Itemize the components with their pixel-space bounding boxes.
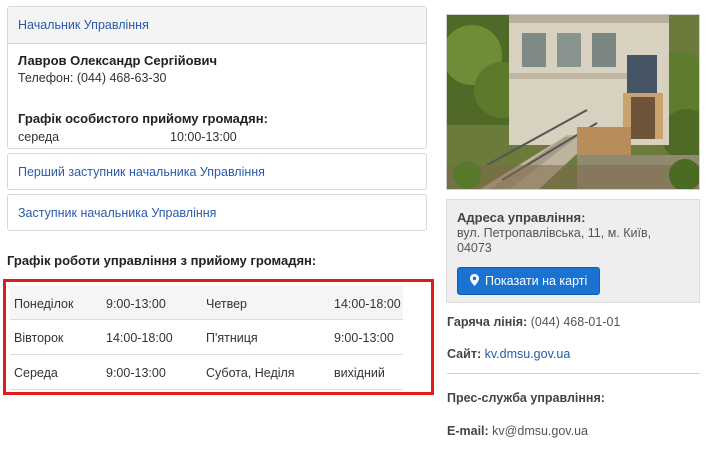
hotline-value: (044) 468-01-01 — [530, 315, 621, 329]
show-on-map-label: Показати на карті — [485, 274, 588, 288]
personal-schedule-row: середа 10:00-13:00 — [18, 130, 416, 145]
working-hours-highlight: Понеділок 9:00-13:00 Четвер 14:00-18:00 … — [3, 279, 434, 395]
chief-phone: Телефон: (044) 468-63-30 — [18, 71, 416, 85]
address-label: Адреса управління: — [457, 210, 586, 225]
email-label: E-mail: — [447, 424, 489, 438]
email-line: E-mail: kv@dmsu.gov.ua — [447, 424, 588, 438]
time-cell: 9:00-13:00 — [334, 331, 394, 345]
press-service-line: Прес-служба управління: — [447, 391, 605, 405]
day-cell: П'ятниця — [206, 331, 258, 345]
day-cell: Середа — [14, 366, 58, 380]
day-cell: Вівторок — [14, 331, 64, 345]
table-row: Середа 9:00-13:00 Субота, Неділя вихідни… — [10, 355, 403, 390]
deputy-link[interactable]: Заступник начальника Управління — [18, 206, 216, 220]
address-box: Адреса управління: вул. Петропавлівська,… — [446, 199, 700, 303]
site-line: Сайт: kv.dmsu.gov.ua — [447, 347, 570, 361]
chief-panel: Начальник Управління Лавров Олександр Се… — [7, 6, 427, 149]
site-link[interactable]: kv.dmsu.gov.ua — [485, 347, 571, 361]
table-row: Понеділок 9:00-13:00 Четвер 14:00-18:00 — [10, 286, 403, 320]
show-on-map-button[interactable]: Показати на карті — [457, 267, 600, 295]
chief-header-link[interactable]: Начальник Управління — [18, 18, 149, 32]
first-deputy-link[interactable]: Перший заступник начальника Управління — [18, 165, 265, 179]
day-cell: Субота, Неділя — [206, 366, 295, 380]
chief-panel-header[interactable]: Начальник Управління — [8, 7, 426, 44]
phone-value: (044) 468-63-30 — [76, 71, 167, 85]
divider — [447, 373, 700, 374]
building-photo — [446, 14, 700, 190]
deputy-panel[interactable]: Заступник начальника Управління — [7, 194, 427, 231]
hotline-label: Гаряча лінія: — [447, 315, 528, 329]
address-text: вул. Петропавлівська, 11, м. Київ, 04073 — [457, 226, 652, 255]
table-row: Вівторок 14:00-18:00 П'ятниця 9:00-13:00 — [10, 320, 403, 355]
working-hours-table: Понеділок 9:00-13:00 Четвер 14:00-18:00 … — [10, 286, 403, 390]
time-cell: вихідний — [334, 366, 385, 380]
site-label: Сайт: — [447, 347, 482, 361]
time-cell: 9:00-13:00 — [106, 297, 166, 311]
building-illustration — [447, 15, 699, 189]
working-hours-title: Графік роботи управління з прийому грома… — [7, 253, 317, 268]
chief-name: Лавров Олександр Сергійович — [18, 53, 218, 68]
email-value[interactable]: kv@dmsu.gov.ua — [492, 424, 588, 438]
press-service-label: Прес-служба управління: — [447, 391, 605, 405]
phone-label: Телефон: — [18, 71, 74, 85]
time-cell: 14:00-18:00 — [334, 297, 401, 311]
schedule-day: середа — [18, 130, 60, 144]
hotline-line: Гаряча лінія: (044) 468-01-01 — [447, 315, 620, 329]
schedule-time: 10:00-13:00 — [170, 130, 237, 144]
time-cell: 9:00-13:00 — [106, 366, 166, 380]
map-marker-icon — [470, 273, 479, 289]
time-cell: 14:00-18:00 — [106, 331, 173, 345]
day-cell: Четвер — [206, 297, 247, 311]
personal-schedule-title: Графік особистого прийому громадян: — [18, 111, 268, 126]
day-cell: Понеділок — [14, 297, 74, 311]
first-deputy-panel[interactable]: Перший заступник начальника Управління — [7, 153, 427, 190]
